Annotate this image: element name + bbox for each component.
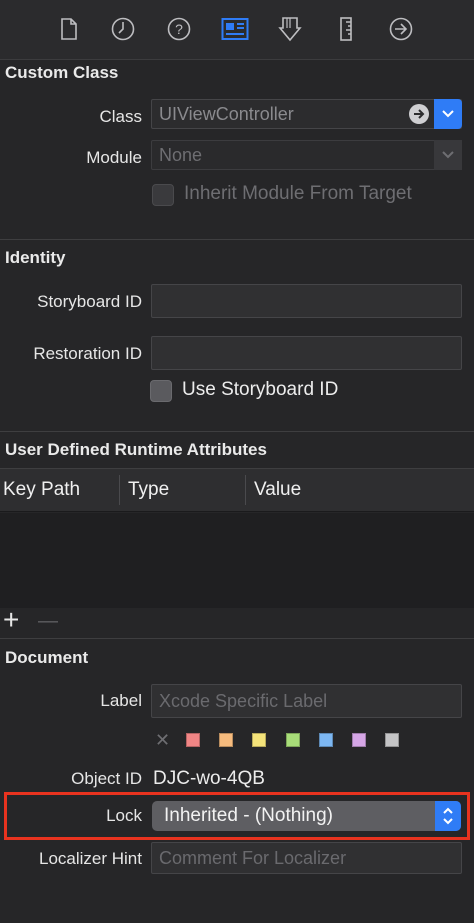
color-swatch-purple[interactable] xyxy=(352,733,366,747)
attributes-inspector-icon[interactable] xyxy=(275,14,305,44)
color-swatch-orange[interactable] xyxy=(219,733,233,747)
lock-popup-button[interactable]: Inherited - (Nothing) xyxy=(152,801,461,831)
column-separator xyxy=(119,475,120,505)
localizer-hint-label: Localizer Hint xyxy=(39,849,142,868)
add-attribute-button[interactable]: + xyxy=(3,604,19,636)
section-divider xyxy=(0,239,474,240)
color-swatch-yellow[interactable] xyxy=(252,733,266,747)
class-navigate-arrow-icon[interactable] xyxy=(409,104,429,124)
column-header-type[interactable]: Type xyxy=(128,479,169,501)
color-label-picker: ✕ xyxy=(0,730,474,752)
storyboard-id-label: Storyboard ID xyxy=(37,292,142,311)
color-swatch-gray[interactable] xyxy=(385,733,399,747)
column-header-key-path[interactable]: Key Path xyxy=(3,479,80,501)
connections-inspector-icon[interactable] xyxy=(386,14,416,44)
restoration-id-label: Restoration ID xyxy=(33,344,142,363)
runtime-attributes-footer: + — xyxy=(0,604,474,638)
remove-attribute-button[interactable]: — xyxy=(38,610,58,633)
custom-class-heading: Custom Class xyxy=(5,63,119,82)
object-id-value: DJC-wo-4QB xyxy=(153,768,265,789)
svg-text:?: ? xyxy=(175,21,183,37)
class-combo-box[interactable]: UIViewController xyxy=(151,99,462,129)
use-storyboard-id-checkbox[interactable] xyxy=(150,380,172,402)
document-heading: Document xyxy=(5,648,89,667)
chevron-down-icon xyxy=(442,151,454,159)
chevron-up-down-icon xyxy=(443,807,453,825)
runtime-attributes-header: Key Path Type Value xyxy=(0,468,474,512)
class-value[interactable]: UIViewController xyxy=(159,104,294,125)
runtime-attributes-table[interactable] xyxy=(0,513,474,608)
use-storyboard-id-label: Use Storyboard ID xyxy=(182,379,339,400)
lock-label: Lock xyxy=(106,806,142,825)
module-label: Module xyxy=(86,148,142,167)
lock-value: Inherited - (Nothing) xyxy=(164,805,333,826)
section-divider xyxy=(0,431,474,432)
runtime-attributes-heading: User Defined Runtime Attributes xyxy=(5,440,267,459)
module-combo-box[interactable]: None xyxy=(151,140,462,170)
localizer-hint-field[interactable]: Comment For Localizer xyxy=(151,842,462,874)
inherit-module-label: Inherit Module From Target xyxy=(184,183,412,204)
object-id-label: Object ID xyxy=(71,769,142,788)
section-divider xyxy=(0,638,474,639)
file-inspector-icon[interactable] xyxy=(54,14,84,44)
inspector-tab-bar: ? xyxy=(0,0,474,60)
chevron-down-icon xyxy=(442,110,454,118)
class-label: Class xyxy=(99,107,142,126)
document-label-placeholder: Xcode Specific Label xyxy=(159,691,328,711)
inherit-module-checkbox[interactable] xyxy=(152,184,174,206)
document-label-label: Label xyxy=(100,691,142,710)
storyboard-id-field[interactable] xyxy=(151,284,462,318)
quick-help-icon[interactable]: ? xyxy=(164,14,194,44)
module-dropdown-button[interactable] xyxy=(434,140,462,170)
column-separator xyxy=(245,475,246,505)
localizer-hint-placeholder: Comment For Localizer xyxy=(159,848,347,868)
column-header-value[interactable]: Value xyxy=(254,479,301,501)
restoration-id-field[interactable] xyxy=(151,336,462,370)
color-swatch-red[interactable] xyxy=(186,733,200,747)
color-swatch-blue[interactable] xyxy=(319,733,333,747)
size-inspector-icon[interactable] xyxy=(331,14,361,44)
class-dropdown-button[interactable] xyxy=(434,99,462,129)
document-label-field[interactable]: Xcode Specific Label xyxy=(151,684,462,718)
clear-color-button[interactable]: ✕ xyxy=(155,730,170,751)
module-value[interactable]: None xyxy=(159,145,202,166)
history-inspector-icon[interactable] xyxy=(108,14,138,44)
color-swatch-green[interactable] xyxy=(286,733,300,747)
identity-heading: Identity xyxy=(5,248,66,267)
identity-inspector-icon[interactable] xyxy=(220,14,250,44)
lock-stepper xyxy=(435,801,461,831)
